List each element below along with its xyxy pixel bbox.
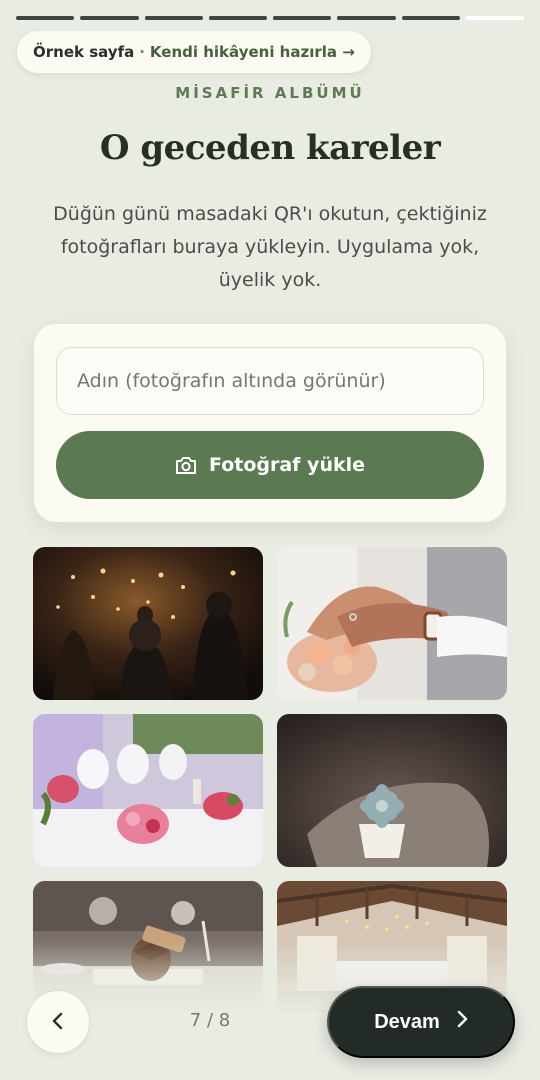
page-description: Düğün günü masadaki QR'ı okutun, çektiği… xyxy=(53,203,487,291)
continue-label: Devam xyxy=(374,1010,440,1033)
create-story-link[interactable]: Kendi hikâyeni hazırla → xyxy=(150,43,355,61)
upload-photo-button[interactable]: Fotoğraf yükle xyxy=(56,431,484,499)
page-indicator: 7 / 8 xyxy=(189,1010,231,1031)
photo-succulent[interactable] xyxy=(277,714,507,867)
chevron-left-icon xyxy=(51,1012,65,1033)
story-progress-bar xyxy=(16,16,524,20)
photo-reception-table[interactable] xyxy=(33,714,263,867)
progress-segment xyxy=(273,16,332,20)
progress-segment xyxy=(337,16,396,20)
page-title: O geceden kareler xyxy=(99,128,441,168)
upload-photo-label: Fotoğraf yükle xyxy=(208,454,366,476)
back-button[interactable] xyxy=(26,990,90,1054)
progress-segment xyxy=(80,16,139,20)
sample-page-banner[interactable]: Örnek sayfa · Kendi hikâyeni hazırla → xyxy=(17,31,371,73)
chevron-right-icon xyxy=(456,1010,468,1034)
progress-segment xyxy=(465,16,524,20)
guest-name-input[interactable] xyxy=(56,347,484,415)
continue-button[interactable]: Devam xyxy=(327,986,515,1058)
progress-segment xyxy=(401,16,460,20)
banner-separator: · xyxy=(139,43,145,61)
progress-segment xyxy=(16,16,75,20)
section-eyebrow: MİSAFİR ALBÜMÜ xyxy=(175,84,365,102)
upload-card: Fotoğraf yükle xyxy=(34,324,506,522)
progress-segment xyxy=(144,16,203,20)
progress-segment xyxy=(208,16,267,20)
camera-icon xyxy=(175,455,197,475)
sample-page-label: Örnek sayfa xyxy=(33,43,135,61)
photo-hands-with-rings[interactable] xyxy=(277,547,507,700)
photo-sparkler-send-off[interactable] xyxy=(33,547,263,700)
